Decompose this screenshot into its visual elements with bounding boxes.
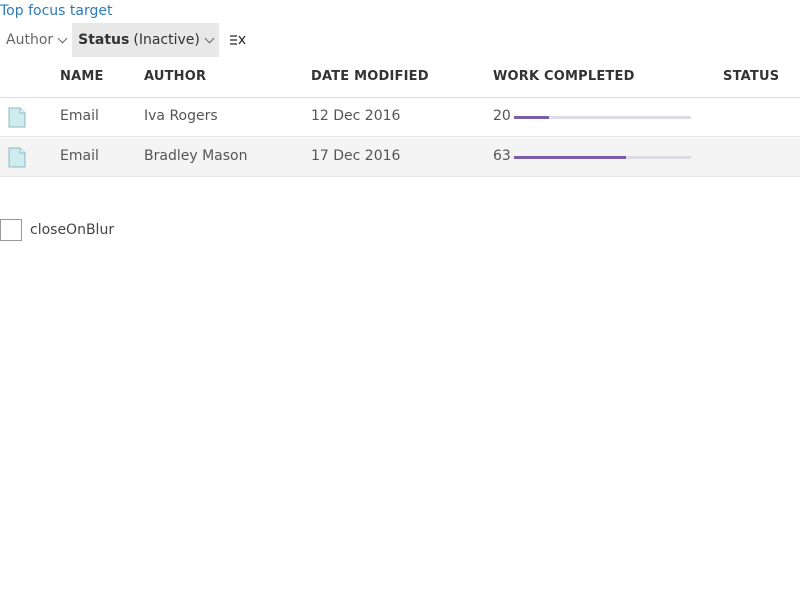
column-header-work-completed[interactable]: WORK COMPLETED (493, 69, 635, 84)
cell-work-completed-value: 20 (493, 108, 511, 124)
cell-author: Bradley Mason (144, 148, 248, 164)
cell-date-modified: 17 Dec 2016 (311, 148, 401, 164)
clear-filters-button[interactable] (225, 23, 251, 57)
status-filter-dropdown[interactable]: Status (Inactive) (72, 23, 219, 57)
cell-name: Email (60, 148, 99, 164)
work-progress-fill (514, 116, 550, 119)
author-filter-label: Author (6, 32, 54, 48)
column-header-date-modified[interactable]: DATE MODIFIED (311, 69, 429, 84)
table-row[interactable]: Email Iva Rogers 12 Dec 2016 20 (0, 98, 800, 137)
table-header: NAME AUTHOR DATE MODIFIED WORK COMPLETED… (0, 58, 800, 98)
close-on-blur-label: closeOnBlur (30, 222, 115, 238)
document-icon (8, 147, 26, 168)
close-on-blur-checkbox[interactable] (0, 219, 22, 241)
clear-filter-icon (229, 35, 246, 45)
cell-date-modified: 12 Dec 2016 (311, 108, 401, 124)
column-header-name[interactable]: NAME (60, 69, 104, 84)
author-filter-dropdown[interactable]: Author (0, 23, 72, 57)
column-header-status[interactable]: STATUS (723, 69, 779, 84)
column-header-author[interactable]: AUTHOR (144, 69, 206, 84)
document-icon (8, 107, 26, 128)
close-on-blur-toggle[interactable]: closeOnBlur (0, 219, 114, 241)
cell-name: Email (60, 108, 99, 124)
status-filter-label: Status (78, 32, 130, 48)
work-progress-bar (514, 116, 691, 119)
table-row[interactable]: Email Bradley Mason 17 Dec 2016 63 (0, 138, 800, 177)
work-progress-fill (514, 156, 626, 159)
chevron-down-icon (57, 33, 68, 43)
work-progress-bar (514, 156, 691, 159)
chevron-down-icon (204, 33, 215, 43)
cell-work-completed-value: 63 (493, 148, 511, 164)
status-filter-value: (Inactive) (133, 32, 200, 48)
page: Top focus target Author Status (Inactive… (0, 0, 800, 600)
filter-bar: Author Status (Inactive) (0, 23, 251, 57)
cell-author: Iva Rogers (144, 108, 218, 124)
top-focus-target-link[interactable]: Top focus target (0, 2, 112, 20)
